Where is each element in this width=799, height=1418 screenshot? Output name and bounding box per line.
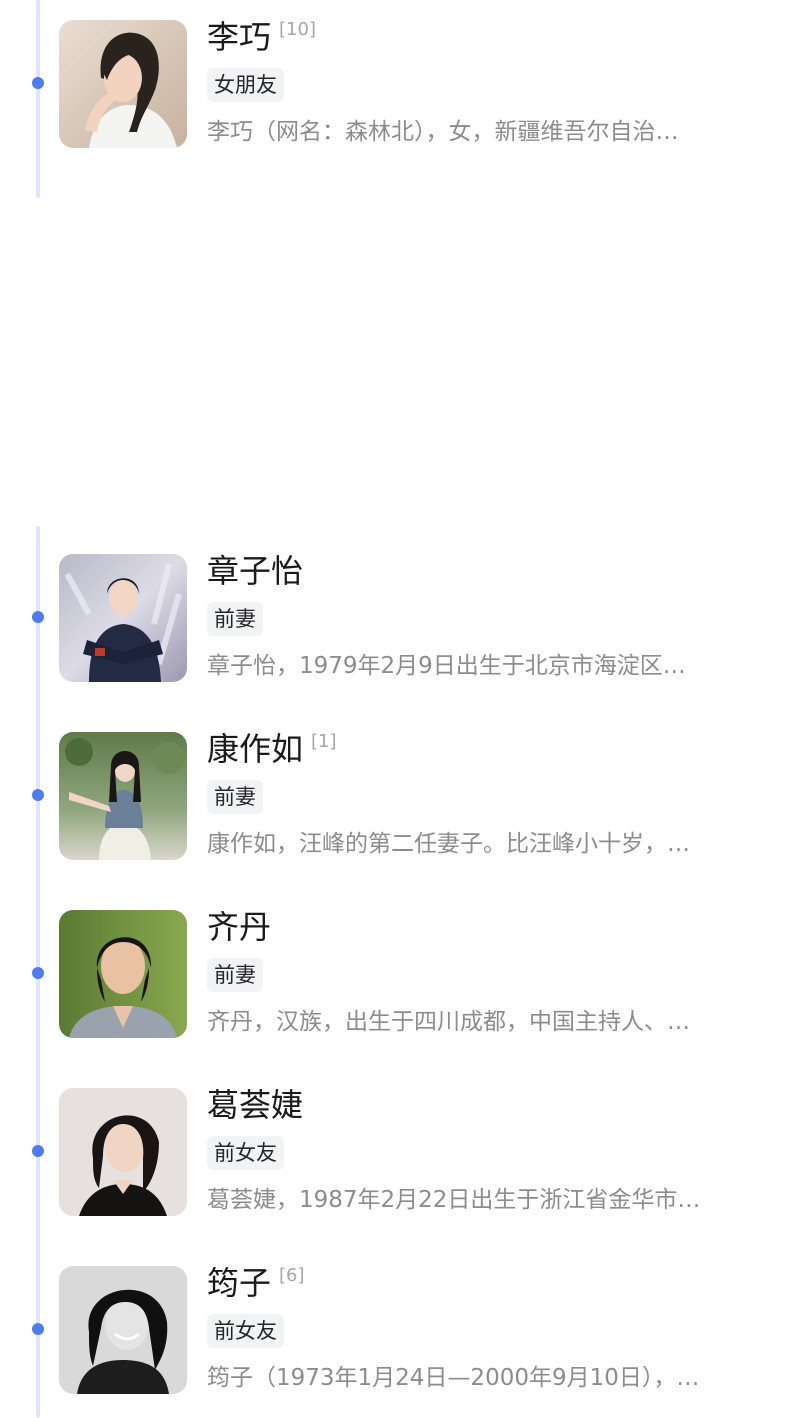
timeline-dot — [32, 611, 44, 623]
relation-tag: 女朋友 — [207, 68, 284, 102]
relation-tag: 前妻 — [207, 602, 263, 636]
avatar-photo-icon — [59, 1266, 187, 1394]
person-name[interactable]: 康作如 — [207, 728, 303, 770]
person-card-jun-zi[interactable]: 筠子 [6] 前女友 筠子（1973年1月24日—2000年9月10日），… — [0, 1264, 799, 1396]
relation-tag: 前女友 — [207, 1314, 284, 1348]
person-card-ge-huijie[interactable]: 葛荟婕 前女友 葛荟婕，1987年2月22日出生于浙江省金华市… — [0, 1086, 799, 1218]
person-card-qi-dan[interactable]: 齐丹 前妻 齐丹，汉族，出生于四川成都，中国主持人、… — [0, 908, 799, 1040]
timeline-dot — [32, 77, 44, 89]
reference-marker[interactable]: [6] — [279, 1265, 305, 1287]
person-name[interactable]: 葛荟婕 — [207, 1084, 303, 1126]
avatar[interactable] — [59, 20, 187, 148]
person-name[interactable]: 筠子 — [207, 1262, 271, 1304]
timeline-dot — [32, 967, 44, 979]
person-description: 李巧（网名：森林北），女，新疆维吾尔自治… — [207, 119, 679, 145]
avatar-photo-icon — [59, 554, 187, 682]
person-description: 葛荟婕，1987年2月22日出生于浙江省金华市… — [207, 1187, 701, 1213]
avatar[interactable] — [59, 910, 187, 1038]
person-card-kang-zuoru[interactable]: 康作如 [1] 前妻 康作如，汪峰的第二任妻子。比汪峰小十岁，… — [0, 730, 799, 862]
timeline-dot — [32, 1145, 44, 1157]
relation-tag: 前妻 — [207, 780, 263, 814]
person-description: 章子怡，1979年2月9日出生于北京市海淀区… — [207, 653, 686, 679]
avatar[interactable] — [59, 1088, 187, 1216]
avatar[interactable] — [59, 1266, 187, 1394]
timeline-section-top: 李巧 [10] 女朋友 李巧（网名：森林北），女，新疆维吾尔自治… — [0, 0, 799, 200]
timeline-dot — [32, 1323, 44, 1335]
person-name[interactable]: 李巧 — [207, 16, 271, 58]
avatar[interactable] — [59, 732, 187, 860]
person-card-zhang-ziyi[interactable]: 章子怡 前妻 章子怡，1979年2月9日出生于北京市海淀区… — [0, 552, 799, 684]
person-description: 康作如，汪峰的第二任妻子。比汪峰小十岁，… — [207, 831, 690, 857]
avatar[interactable] — [59, 554, 187, 682]
reference-marker[interactable]: [1] — [311, 731, 337, 753]
avatar-photo-icon — [59, 732, 187, 860]
relation-tag: 前妻 — [207, 958, 263, 992]
avatar-photo-icon — [59, 20, 187, 148]
reference-marker[interactable]: [10] — [279, 19, 316, 41]
person-description: 筠子（1973年1月24日—2000年9月10日），… — [207, 1365, 700, 1391]
person-name[interactable]: 齐丹 — [207, 906, 271, 948]
relation-tag: 前女友 — [207, 1136, 284, 1170]
timeline-dot — [32, 789, 44, 801]
timeline-section-bottom: 章子怡 前妻 章子怡，1979年2月9日出生于北京市海淀区… 康作如 [1] 前… — [0, 526, 799, 1418]
avatar-photo-icon — [59, 910, 187, 1038]
person-description: 齐丹，汉族，出生于四川成都，中国主持人、… — [207, 1009, 690, 1035]
avatar-photo-icon — [59, 1088, 187, 1216]
person-card-li-qiao[interactable]: 李巧 [10] 女朋友 李巧（网名：森林北），女，新疆维吾尔自治… — [0, 18, 799, 150]
person-name[interactable]: 章子怡 — [207, 550, 303, 592]
